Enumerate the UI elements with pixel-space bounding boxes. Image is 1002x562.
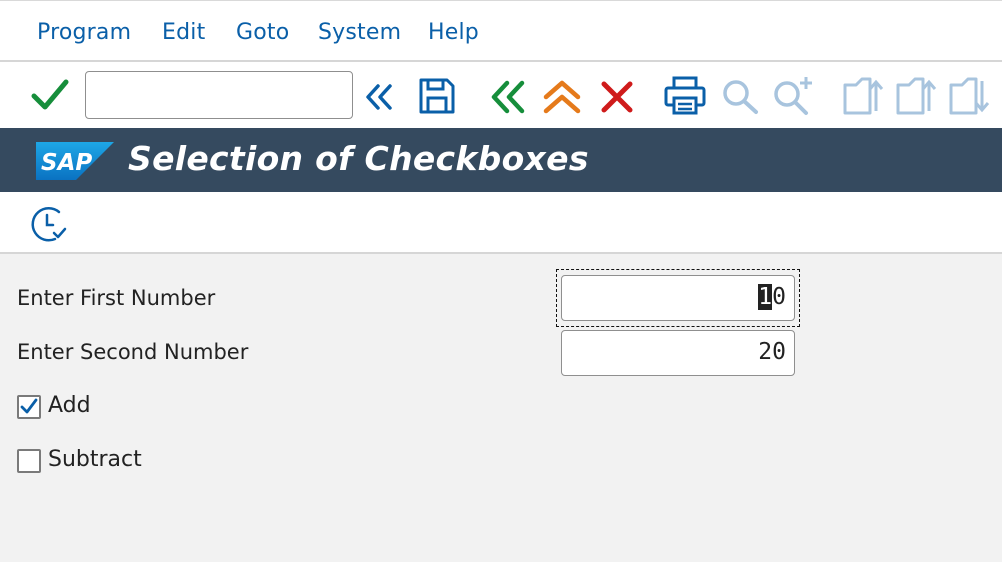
second-number-field[interactable]: 20: [561, 330, 795, 376]
standard-toolbar: [0, 62, 1002, 128]
first-number-field[interactable]: 10: [561, 275, 795, 321]
menu-edit[interactable]: Edit: [162, 20, 205, 45]
second-number-label: Enter Second Number: [17, 340, 249, 364]
menu-goto[interactable]: Goto: [236, 20, 289, 45]
first-page-icon[interactable]: [842, 75, 886, 117]
next-page-icon[interactable]: [948, 75, 992, 117]
title-bar: SAP Selection of Checkboxes: [0, 128, 1002, 192]
menu-program[interactable]: Program: [37, 20, 131, 45]
first-number-label: Enter First Number: [17, 286, 216, 310]
command-field[interactable]: [85, 71, 353, 119]
collapse-icon[interactable]: [364, 82, 394, 112]
menu-bar: Program Edit Goto System Help: [0, 0, 1002, 62]
save-icon[interactable]: [418, 77, 456, 115]
selected-char: 1: [758, 284, 773, 310]
menu-help[interactable]: Help: [428, 20, 479, 45]
add-checkbox-label: Add: [48, 393, 91, 418]
previous-page-icon[interactable]: [895, 75, 939, 117]
first-number-rest: 0: [772, 284, 786, 310]
enter-check-icon[interactable]: [31, 78, 69, 112]
print-icon[interactable]: [664, 76, 706, 116]
back-icon[interactable]: [490, 80, 526, 114]
menu-system[interactable]: System: [318, 20, 401, 45]
subtract-checkbox-label: Subtract: [48, 447, 142, 472]
sap-logo: SAP: [36, 142, 114, 184]
find-next-icon[interactable]: [772, 74, 814, 116]
svg-text:SAP: SAP: [41, 150, 92, 176]
page-title: Selection of Checkboxes: [128, 139, 589, 178]
subtract-checkbox[interactable]: [17, 449, 41, 473]
add-checkbox[interactable]: [17, 395, 41, 419]
find-icon[interactable]: [722, 79, 760, 115]
execute-icon[interactable]: [29, 206, 69, 244]
cancel-icon[interactable]: [600, 80, 634, 114]
application-toolbar: [0, 192, 1002, 254]
exit-icon[interactable]: [543, 80, 581, 114]
